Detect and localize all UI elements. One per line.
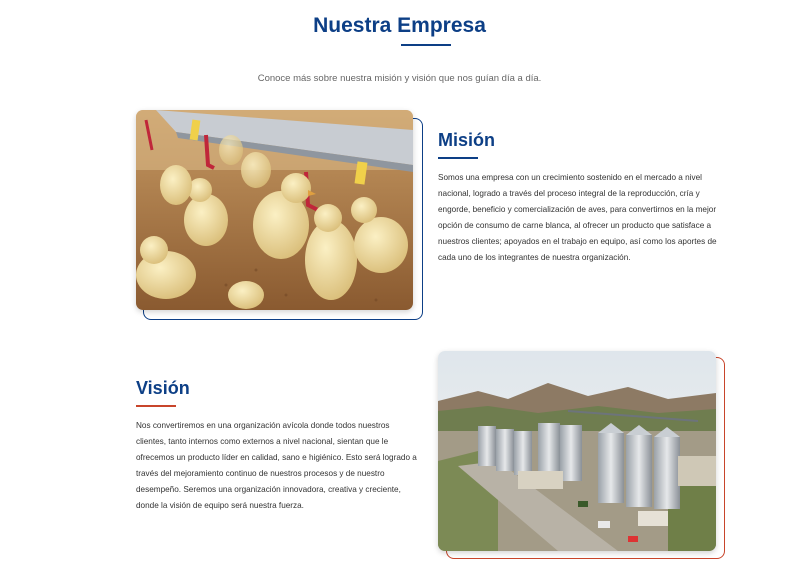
vision-underline: [136, 405, 176, 407]
section-subtitle: Conoce más sobre nuestra misión y visión…: [257, 73, 542, 84]
mision-image-chicks: [136, 110, 413, 310]
title-underline: [401, 44, 451, 46]
vision-image-plant: [438, 351, 716, 551]
page-title: Nuestra Empresa: [313, 14, 486, 37]
vision-title: Visión: [136, 378, 190, 398]
mision-text: Somos una empresa con un crecimiento sos…: [438, 173, 717, 262]
vision-text: Nos convertiremos en una organización av…: [136, 421, 417, 510]
mision-title: Misión: [438, 130, 495, 150]
mision-underline: [438, 157, 478, 159]
